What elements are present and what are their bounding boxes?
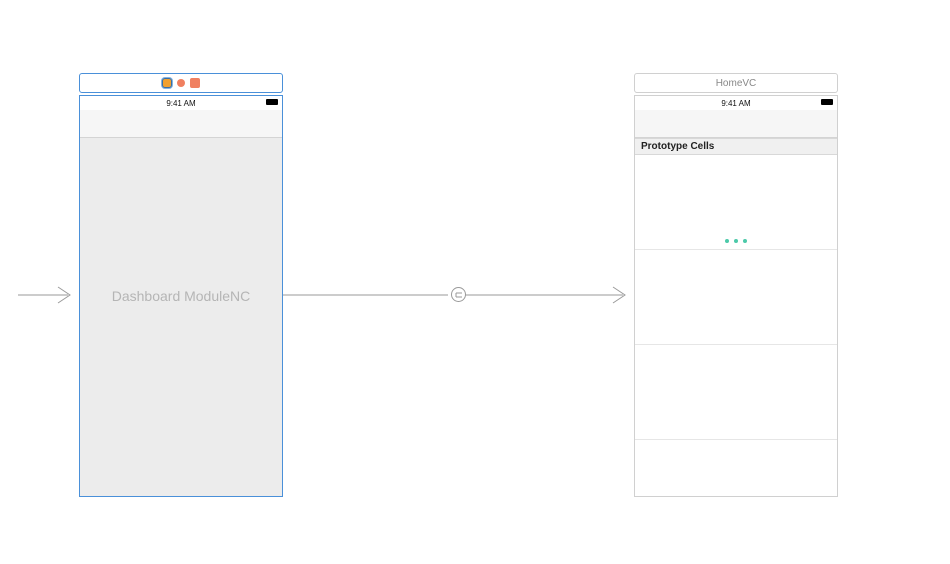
page-dot-icon	[734, 239, 738, 243]
scene2-title-label: HomeVC	[716, 78, 757, 89]
table-prototype-cell[interactable]	[635, 345, 837, 440]
navigation-bar	[635, 110, 837, 138]
page-dot-icon	[725, 239, 729, 243]
status-time: 9:41 AM	[721, 99, 750, 108]
segue-push-icon	[454, 290, 464, 300]
exit-icon	[177, 79, 185, 87]
navigation-bar	[80, 110, 282, 138]
table-view[interactable]: Prototype Cells	[635, 138, 837, 496]
battery-icon	[266, 99, 278, 105]
status-time: 9:41 AM	[166, 99, 195, 108]
scene-placeholder-label: Dashboard ModuleNC	[112, 288, 251, 304]
status-bar: 9:41 AM	[80, 96, 282, 110]
scene1-header[interactable]	[79, 73, 283, 93]
prototype-cells-label: Prototype Cells	[635, 138, 837, 155]
page-dot-icon	[743, 239, 747, 243]
dashboard-scene[interactable]: 9:41 AM Dashboard ModuleNC	[79, 95, 283, 497]
page-control[interactable]	[725, 239, 747, 243]
status-bar: 9:41 AM	[635, 96, 837, 110]
battery-icon	[821, 99, 833, 105]
first-responder-icon	[162, 78, 172, 88]
storyboard-ref-icon	[190, 78, 200, 88]
entry-arrow-icon	[18, 280, 80, 310]
segue-indicator[interactable]	[451, 287, 466, 302]
table-prototype-cell[interactable]	[635, 155, 837, 250]
home-vc-scene[interactable]: 9:41 AM Prototype Cells	[634, 95, 838, 497]
scene2-header[interactable]: HomeVC	[634, 73, 838, 93]
table-prototype-cell[interactable]	[635, 250, 837, 345]
